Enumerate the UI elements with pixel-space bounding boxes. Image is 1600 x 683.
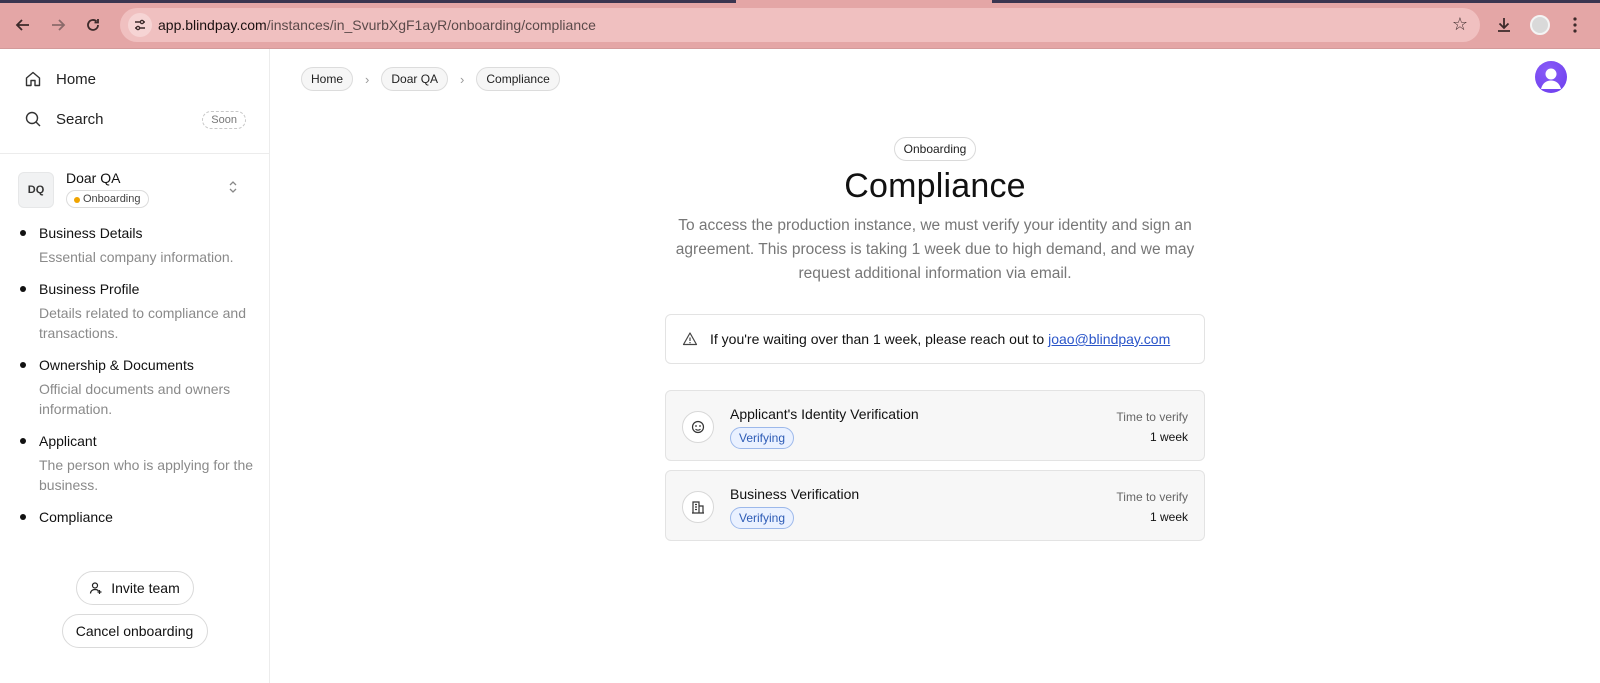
step-business-profile[interactable]: Business Profile Details related to comp…	[18, 281, 258, 343]
profile-button[interactable]	[1527, 12, 1553, 38]
user-icon	[1541, 68, 1561, 89]
sidebar-item-home[interactable]: Home	[24, 70, 246, 88]
face-icon	[682, 411, 714, 443]
onboarding-steps: Business Details Essential company infor…	[18, 225, 258, 540]
time-to-verify-value: 1 week	[1149, 430, 1188, 444]
step-description: Details related to compliance and transa…	[39, 305, 247, 341]
browser-menu-button[interactable]	[1562, 12, 1588, 38]
breadcrumb: Home › Doar QA › Compliance	[301, 67, 560, 91]
support-email-link[interactable]: joao@blindpay.com	[1048, 331, 1170, 347]
verification-title: Applicant's Identity Verification	[730, 406, 919, 422]
step-bullet	[20, 230, 26, 236]
chevron-right-icon: ›	[365, 71, 370, 87]
cancel-onboarding-button[interactable]: Cancel onboarding	[61, 614, 208, 648]
org-switcher[interactable]: DQ Doar QA Onboarding	[18, 170, 248, 210]
notice-message: If you're waiting over than 1 week, plea…	[710, 331, 1045, 347]
step-bullet	[20, 286, 26, 292]
breadcrumb-home[interactable]: Home	[301, 67, 354, 91]
breadcrumb-current[interactable]: Compliance	[476, 67, 560, 91]
arrow-left-icon	[15, 19, 29, 31]
reload-button[interactable]	[80, 12, 106, 38]
back-button[interactable]	[10, 12, 36, 38]
user-avatar[interactable]	[1535, 61, 1567, 93]
step-description: Essential company information.	[39, 249, 234, 265]
notice-text: If you're waiting over than 1 week, plea…	[710, 331, 1170, 347]
step-title: Business Details	[39, 225, 143, 241]
chevron-up-down-icon	[228, 180, 238, 194]
warning-icon	[682, 332, 698, 346]
time-to-verify-value: 1 week	[1149, 510, 1188, 524]
sidebar: Home Search Soon DQ Doar QA Onboarding B…	[0, 49, 270, 683]
browser-toolbar: app.blindpay.com/instances/in_SvurbXgF1a…	[0, 0, 1600, 49]
step-bullet	[20, 362, 26, 368]
step-title: Compliance	[39, 509, 113, 525]
step-ownership-documents[interactable]: Ownership & Documents Official documents…	[18, 357, 258, 419]
org-status-label: Onboarding	[83, 193, 141, 205]
time-to-verify-label: Time to verify	[1116, 490, 1188, 504]
arrow-right-icon	[52, 19, 66, 31]
step-applicant[interactable]: Applicant The person who is applying for…	[18, 433, 258, 495]
page-title: Compliance	[844, 167, 1026, 205]
step-title: Ownership & Documents	[39, 357, 194, 373]
url-path: /instances/in_SvurbXgF1ayR/onboarding/co…	[266, 17, 596, 33]
org-name: Doar QA	[66, 170, 121, 186]
compliance-header: Onboarding Compliance To access the prod…	[665, 137, 1205, 286]
url-text: app.blindpay.com/instances/in_SvurbXgF1a…	[158, 17, 596, 33]
step-title: Applicant	[39, 433, 97, 449]
chevron-right-icon: ›	[460, 71, 465, 87]
step-title: Business Profile	[39, 281, 140, 297]
sidebar-divider	[0, 153, 269, 154]
url-host: app.blindpay.com	[158, 17, 267, 33]
sidebar-item-label: Home	[56, 70, 97, 88]
step-description: The person who is applying for the busin…	[39, 457, 254, 493]
status-badge: Verifying	[730, 507, 795, 529]
profile-avatar	[1530, 15, 1550, 35]
reload-icon	[87, 19, 99, 31]
breadcrumb-instance[interactable]: Doar QA	[381, 67, 449, 91]
main-content: Home › Doar QA › Compliance Onboarding C…	[270, 49, 1600, 683]
forward-button[interactable]	[45, 12, 71, 38]
download-icon	[1498, 18, 1510, 32]
invite-team-button[interactable]: Invite team	[75, 571, 194, 605]
search-icon	[25, 111, 41, 127]
step-description: Official documents and owners informatio…	[39, 381, 231, 417]
org-avatar: DQ	[18, 172, 54, 208]
downloads-button[interactable]	[1491, 12, 1517, 38]
page-description: To access the production instance, we mu…	[675, 217, 1195, 282]
step-bullet	[20, 438, 26, 444]
address-bar[interactable]: app.blindpay.com/instances/in_SvurbXgF1a…	[120, 8, 1480, 42]
status-badge: Verifying	[730, 427, 795, 449]
building-icon	[682, 491, 714, 523]
more-vertical-icon	[1573, 17, 1577, 33]
invite-team-label: Invite team	[111, 580, 180, 596]
onboarding-tag: Onboarding	[893, 137, 977, 161]
user-plus-icon	[90, 582, 102, 594]
tab-strip	[0, 0, 1600, 3]
time-to-verify-label: Time to verify	[1116, 410, 1188, 424]
org-status-badge: Onboarding	[66, 190, 149, 208]
home-icon	[25, 71, 41, 87]
step-compliance[interactable]: Compliance	[18, 509, 258, 526]
business-verification-card[interactable]: Business Verification Verifying Time to …	[665, 470, 1205, 541]
verification-title: Business Verification	[730, 486, 860, 502]
status-dot	[74, 197, 80, 203]
cancel-onboarding-label: Cancel onboarding	[75, 623, 194, 639]
waiting-notice: If you're waiting over than 1 week, plea…	[665, 314, 1205, 364]
identity-verification-card[interactable]: Applicant's Identity Verification Verify…	[665, 390, 1205, 461]
sidebar-item-search[interactable]: Search Soon	[24, 110, 246, 129]
bookmark-star-icon[interactable]: ☆	[1452, 14, 1468, 35]
site-info-icon[interactable]	[128, 13, 152, 37]
sidebar-item-label: Search	[56, 110, 104, 128]
step-bullet	[20, 514, 26, 520]
soon-badge: Soon	[202, 111, 246, 129]
step-business-details[interactable]: Business Details Essential company infor…	[18, 225, 258, 267]
